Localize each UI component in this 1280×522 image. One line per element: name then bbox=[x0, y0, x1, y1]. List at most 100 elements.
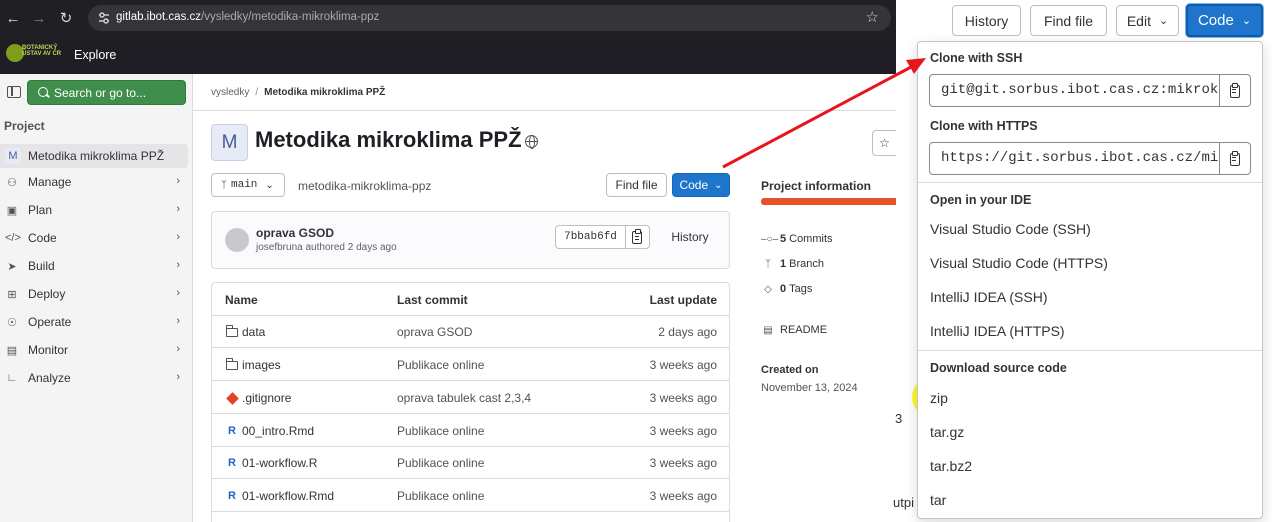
breadcrumb: vysledky / Metodika mikroklima PPŽ bbox=[211, 87, 385, 98]
find-file-button[interactable]: Find file bbox=[1030, 5, 1107, 36]
ide-vscode-ssh[interactable]: Visual Studio Code (SSH) bbox=[930, 221, 1091, 237]
last-update-cell: 3 weeks ago bbox=[649, 489, 717, 503]
chevron-down-icon: ⌄ bbox=[714, 179, 723, 191]
left-sidebar: Search or go to... Project M Metodika mi… bbox=[0, 74, 193, 522]
file-name: 00_intro.Rmd bbox=[242, 424, 315, 438]
sidebar-toggle-icon[interactable] bbox=[7, 86, 21, 98]
history-button[interactable]: History bbox=[952, 5, 1021, 36]
chevron-right-icon: › bbox=[176, 175, 180, 187]
tags-link[interactable]: ◇ 0 Tags bbox=[761, 283, 812, 295]
url-text: gitlab.ibot.cas.cz/vysledky/metodika-mik… bbox=[116, 11, 379, 23]
file-name-cell[interactable]: R 01-workflow.Rmd bbox=[225, 489, 334, 503]
sidebar-item-label: Manage bbox=[28, 175, 72, 189]
commit-sha-group: 7bbab6fd bbox=[555, 225, 650, 249]
back-arrow-icon[interactable]: ← bbox=[2, 7, 24, 29]
ide-intellij-ssh[interactable]: IntelliJ IDEA (SSH) bbox=[930, 289, 1047, 305]
clone-ssh-url[interactable]: git@git.sorbus.ibot.cas.cz:mikroklima bbox=[930, 75, 1220, 106]
copy-sha-button[interactable] bbox=[625, 226, 649, 248]
download-tar-bz2[interactable]: tar.bz2 bbox=[930, 458, 972, 474]
download-tar-gz[interactable]: tar.gz bbox=[930, 424, 964, 440]
last-commit-cell[interactable]: Publikace online bbox=[397, 456, 484, 470]
project-badge: M bbox=[5, 148, 21, 164]
download-tar[interactable]: tar bbox=[930, 492, 946, 508]
star-project-button[interactable]: ☆ bbox=[872, 130, 896, 156]
sidebar-item-build[interactable]: ➤ Build › bbox=[0, 254, 188, 278]
sidebar-item-code[interactable]: </> Code › bbox=[0, 226, 188, 250]
copy-https-button[interactable] bbox=[1219, 143, 1250, 174]
sidebar-item-plan[interactable]: ▣ Plan › bbox=[0, 198, 188, 222]
open-ide-heading: Open in your IDE bbox=[930, 193, 1032, 207]
last-commit-cell[interactable]: oprava tabulek cast 2,3,4 bbox=[397, 391, 531, 405]
file-name-cell[interactable]: R 01-workflow.R bbox=[225, 456, 317, 470]
sidebar-item-label: Deploy bbox=[28, 287, 66, 301]
file-name-cell[interactable]: R 00_intro.Rmd bbox=[225, 424, 314, 438]
sidebar-item-operate[interactable]: ☉ Operate › bbox=[0, 310, 188, 334]
file-name-cell[interactable]: .gitignore bbox=[225, 391, 291, 405]
table-row[interactable]: R 01-workflow.R Publikace online 3 weeks … bbox=[212, 446, 729, 479]
repo-path[interactable]: metodika-mikroklima-ppz bbox=[298, 179, 431, 193]
clone-ssh-field[interactable]: git@git.sorbus.ibot.cas.cz:mikroklima bbox=[929, 74, 1251, 107]
rocket-icon: ➤ bbox=[7, 260, 17, 273]
cloud-icon: ☉ bbox=[7, 316, 17, 329]
last-commit-cell[interactable]: Publikace online bbox=[397, 424, 484, 438]
commit-title[interactable]: oprava GSOD bbox=[256, 226, 334, 240]
file-name-cell[interactable]: data bbox=[225, 325, 265, 339]
table-row[interactable]: .gitignore oprava tabulek cast 2,3,4 3 w… bbox=[212, 381, 729, 414]
last-commit-cell[interactable]: Publikace online bbox=[397, 358, 484, 372]
sidebar-item-analyze[interactable]: ∟ Analyze › bbox=[0, 366, 188, 390]
sidebar-item-label: Metodika mikroklima PPŽ bbox=[28, 149, 165, 163]
clone-https-field[interactable]: https://git.sorbus.ibot.cas.cz/mikroklim… bbox=[929, 142, 1251, 175]
copy-ssh-button[interactable] bbox=[1219, 75, 1250, 106]
tag-icon: ◇ bbox=[764, 283, 772, 295]
table-row[interactable]: R 00_intro.Rmd Publikace online 3 weeks a… bbox=[212, 414, 729, 447]
sidebar-item-label: Analyze bbox=[28, 371, 71, 385]
find-file-button[interactable]: Find file bbox=[606, 173, 667, 197]
file-name: data bbox=[242, 325, 266, 339]
clone-https-url[interactable]: https://git.sorbus.ibot.cas.cz/mikroklim… bbox=[930, 143, 1220, 174]
code-button[interactable]: Code ⌄ bbox=[1186, 4, 1263, 37]
commits-link[interactable]: –○– 5 Commits bbox=[761, 233, 833, 245]
partial-text-number: 3 bbox=[895, 411, 903, 426]
edit-button-label: Edit bbox=[1126, 12, 1151, 29]
address-bar[interactable]: gitlab.ibot.cas.cz/vysledky/metodika-mik… bbox=[88, 5, 891, 31]
readme-link[interactable]: ▤ README bbox=[761, 324, 827, 336]
forward-arrow-icon[interactable]: → bbox=[28, 7, 50, 29]
column-header-last-commit: Last commit bbox=[397, 293, 468, 307]
breadcrumb-current[interactable]: Metodika mikroklima PPŽ bbox=[264, 87, 385, 98]
branches-link[interactable]: ᛉ 1 Branch bbox=[761, 258, 824, 270]
breadcrumb-parent[interactable]: vysledky bbox=[211, 87, 249, 98]
sidebar-item-monitor[interactable]: ▤ Monitor › bbox=[0, 338, 188, 362]
divider bbox=[918, 350, 1262, 351]
bookmark-star-icon[interactable]: ☆ bbox=[866, 8, 879, 26]
code-button[interactable]: Code ⌄ bbox=[672, 173, 730, 197]
ide-vscode-https[interactable]: Visual Studio Code (HTTPS) bbox=[930, 255, 1108, 271]
sidebar-item-label: Plan bbox=[28, 203, 53, 217]
branch-icon: ᛉ bbox=[221, 179, 227, 191]
commit-sha[interactable]: 7bbab6fd bbox=[556, 226, 626, 248]
reload-icon[interactable]: ↻ bbox=[55, 7, 77, 29]
site-settings-icon[interactable] bbox=[96, 10, 112, 26]
table-row[interactable]: images Publikace online 3 weeks ago bbox=[212, 348, 729, 381]
explore-link[interactable]: Explore bbox=[74, 48, 116, 62]
last-commit-cell[interactable]: oprava GSOD bbox=[397, 325, 472, 339]
commit-icon: –○– bbox=[761, 233, 779, 245]
branch-selector[interactable]: ᛉ main ⌄ bbox=[211, 173, 285, 197]
history-button[interactable]: History bbox=[659, 225, 721, 249]
last-commit-cell[interactable]: Publikace online bbox=[397, 489, 484, 503]
sidebar-item-project[interactable]: M Metodika mikroklima PPŽ bbox=[0, 144, 188, 168]
chevron-down-icon: ⌄ bbox=[265, 179, 274, 191]
chevron-right-icon: › bbox=[176, 203, 180, 215]
sidebar-item-manage[interactable]: ⚇ Manage › bbox=[0, 170, 188, 194]
file-name-cell[interactable]: images bbox=[225, 358, 281, 372]
table-row[interactable]: data oprava GSOD 2 days ago bbox=[212, 315, 729, 348]
commit-meta: josefbruna authored 2 days ago bbox=[256, 242, 397, 253]
download-zip[interactable]: zip bbox=[930, 390, 948, 406]
edit-button[interactable]: Edit ⌄ bbox=[1116, 5, 1179, 36]
search-button[interactable]: Search or go to... bbox=[27, 80, 186, 105]
ide-intellij-https[interactable]: IntelliJ IDEA (HTTPS) bbox=[930, 323, 1065, 339]
browser-toolbar: ← → ↻ gitlab.ibot.cas.cz/vysledky/metodi… bbox=[0, 0, 896, 36]
avatar[interactable] bbox=[225, 228, 249, 252]
sidebar-item-deploy[interactable]: ⊞ Deploy › bbox=[0, 282, 188, 306]
table-row[interactable]: R 01-workflow.Rmd Publikace online 3 week… bbox=[212, 479, 729, 512]
clone-https-heading: Clone with HTTPS bbox=[930, 119, 1038, 133]
